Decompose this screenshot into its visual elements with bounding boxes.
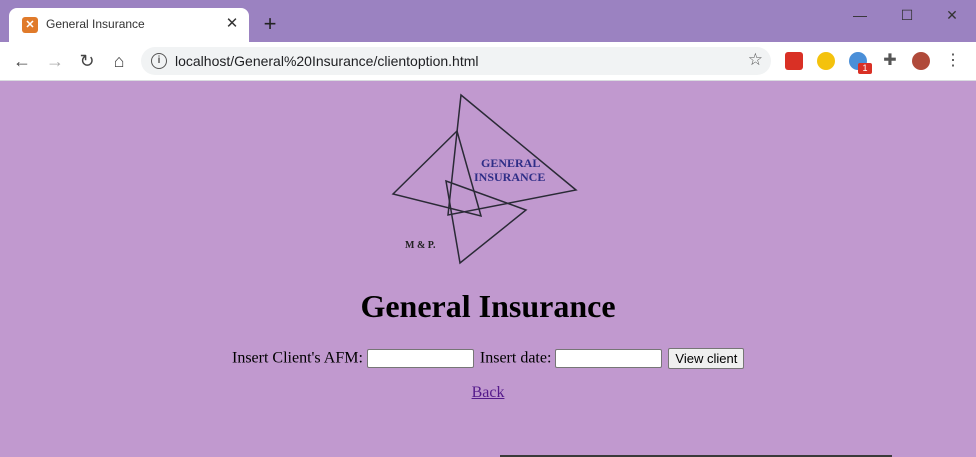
view-client-button[interactable]: View client [668, 348, 745, 369]
afm-label: Insert Client's AFM: [232, 349, 363, 367]
company-logo: GENERAL INSURANCE M & P. [391, 93, 578, 265]
logo-text-insurance: INSURANCE [474, 170, 545, 184]
page-content: GENERAL INSURANCE M & P. General Insuran… [0, 81, 976, 457]
browser-titlebar: ✕ General Insurance ✕ + — ☐ ✕ [0, 0, 976, 42]
address-bar[interactable]: i localhost/General%20Insurance/clientop… [141, 47, 771, 75]
url-text[interactable]: localhost/General%20Insurance/clientopti… [175, 53, 479, 69]
bookmark-star-icon[interactable]: ☆ [748, 50, 763, 70]
close-window-button[interactable]: ✕ [937, 4, 967, 26]
xampp-favicon-icon: ✕ [22, 17, 38, 33]
page-title: General Insurance [360, 288, 616, 324]
home-icon[interactable]: ⌂ [107, 49, 131, 73]
reload-icon[interactable]: ↻ [75, 49, 99, 73]
menu-kebab-icon[interactable]: ⋮ [944, 52, 962, 70]
extension-yellow-icon[interactable] [817, 52, 835, 70]
tab-title: General Insurance [46, 17, 145, 31]
logo-text-mp: M & P. [405, 240, 436, 251]
extensions-puzzle-icon[interactable]: ✚ [881, 52, 899, 70]
minimize-button[interactable]: — [845, 4, 875, 26]
new-tab-button[interactable]: + [259, 13, 281, 35]
logo-triangle-left [391, 129, 483, 218]
browser-tab[interactable]: ✕ General Insurance ✕ [9, 8, 249, 42]
extension-red-icon[interactable] [785, 52, 803, 70]
logo-triangle-bottom [445, 179, 528, 265]
client-search-form: Insert Client's AFM: Insert date: View c… [232, 348, 745, 370]
profile-avatar[interactable] [912, 52, 930, 70]
site-info-icon[interactable]: i [151, 53, 167, 69]
tab-close-icon[interactable]: ✕ [223, 15, 241, 33]
back-link-container: Back [0, 384, 976, 402]
logo-triangle-top [447, 93, 578, 216]
browser-toolbar: ← → ↻ ⌂ i localhost/General%20Insurance/… [0, 42, 976, 81]
afm-input[interactable] [366, 349, 474, 368]
date-input[interactable] [555, 349, 663, 368]
maximize-button[interactable]: ☐ [892, 4, 922, 26]
logo-text-general: GENERAL [481, 156, 540, 170]
forward-arrow-icon[interactable]: → [43, 49, 67, 73]
extension-badge: 1 [858, 63, 872, 74]
date-label: Insert date: [479, 349, 552, 367]
back-link[interactable]: Back [472, 384, 505, 401]
back-arrow-icon[interactable]: ← [10, 49, 34, 73]
